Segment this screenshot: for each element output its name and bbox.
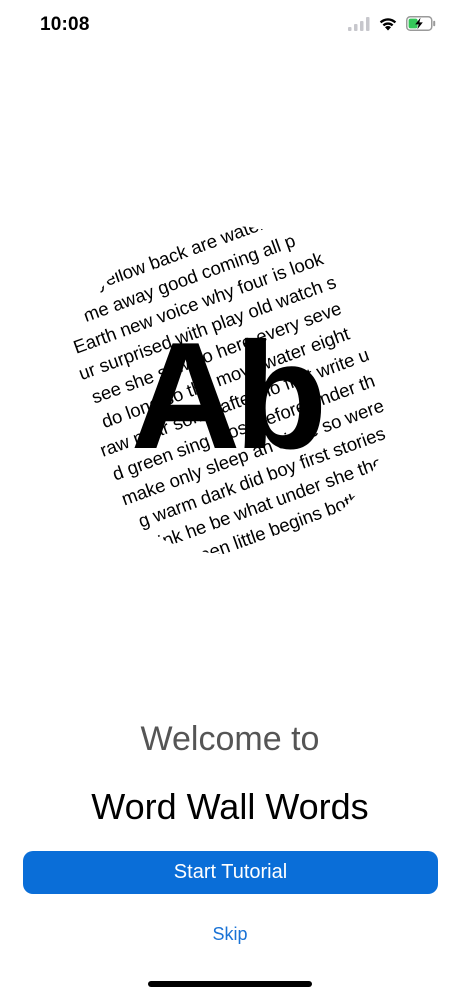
start-tutorial-button[interactable]: Start Tutorial [23,851,438,894]
home-indicator[interactable] [148,981,312,987]
status-time: 10:08 [40,14,90,35]
status-bar: 10:08 [0,0,460,50]
app-title: Word Wall Words [91,786,369,827]
app-logo: one of the re an yellow back are water me … [62,222,398,558]
battery-charging-icon [406,16,436,31]
logo-letters: Ab [131,311,322,481]
app-logo-graphic: one of the re anyellow back are waterme … [70,226,387,554]
skip-link[interactable]: Skip [0,924,460,945]
status-icons [348,16,436,31]
welcome-text: Welcome to [140,720,320,758]
start-tutorial-label: Start Tutorial [173,861,288,883]
signal-icon [348,16,370,31]
wifi-icon [379,18,397,31]
